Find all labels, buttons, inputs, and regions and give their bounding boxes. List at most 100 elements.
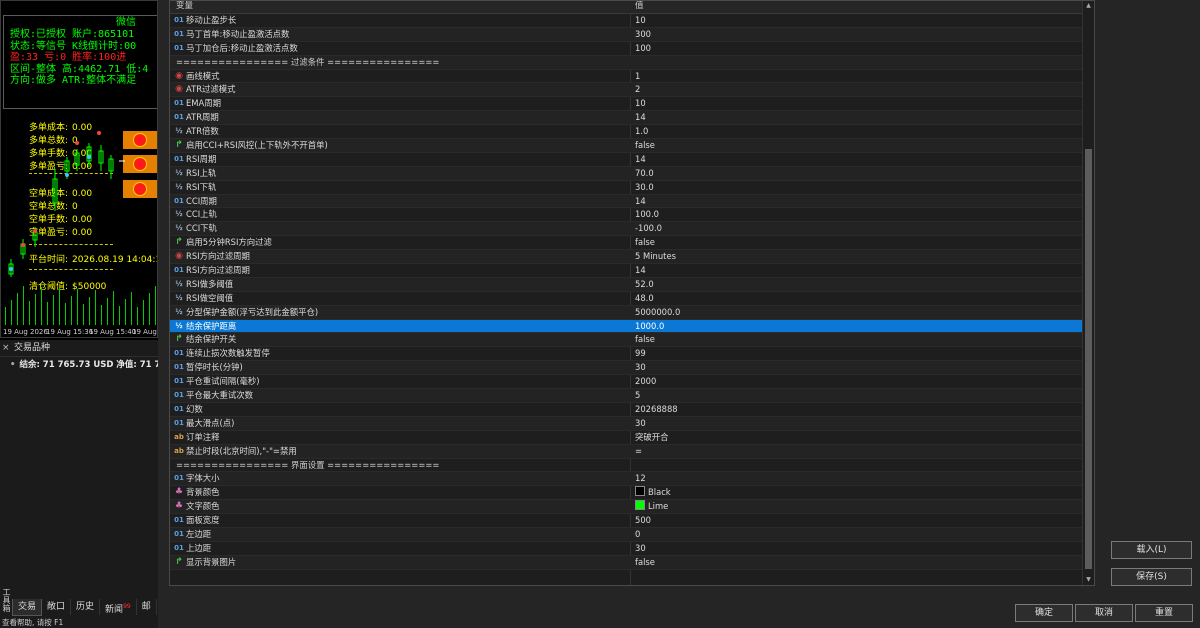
ok-button[interactable]: 确定 (1015, 604, 1073, 622)
input-value[interactable]: 1.0 (635, 125, 648, 139)
input-row[interactable]: ½ CCI上轨 100.0 (170, 208, 1094, 223)
terminal-tab[interactable]: 敞口 (42, 599, 72, 615)
close-icon[interactable]: × (2, 340, 10, 356)
input-row[interactable]: 01 马丁首单:移动止盈激活点数 300 (170, 27, 1094, 42)
section-separator-row[interactable]: ================ 过滤条件 ================ (170, 55, 1094, 70)
input-row[interactable]: ↱ 显示背景图片 false (170, 555, 1094, 570)
cancel-button[interactable]: 取消 (1075, 604, 1133, 622)
input-row[interactable]: 01 面板宽度 500 (170, 514, 1094, 528)
input-value[interactable]: 30 (635, 542, 646, 556)
chart-close-button[interactable] (123, 180, 157, 198)
input-row[interactable]: ½ CCI下轨 -100.0 (170, 222, 1094, 237)
input-value[interactable]: 500 (635, 514, 651, 528)
input-row[interactable]: ½ RSI上轨 70.0 (170, 166, 1094, 181)
input-row[interactable]: 01 EMA周期 10 (170, 97, 1094, 112)
input-row[interactable]: ab 订单注释 突破开合 (170, 431, 1094, 445)
input-row[interactable]: ♣ 背景颜色 Black (170, 486, 1094, 501)
input-row[interactable]: 01 平仓重试间隔(毫秒) 2000 (170, 375, 1094, 390)
input-value[interactable]: 1 (635, 70, 640, 84)
input-row[interactable]: ↱ 启用5分钟RSI方向过滤 false (170, 236, 1094, 251)
input-value[interactable]: 2 (635, 83, 640, 97)
input-row[interactable]: ◉ RSI方向过滤周期 5 Minutes (170, 250, 1094, 265)
terminal-tab[interactable]: 交易 (12, 599, 43, 616)
input-row[interactable]: ♣ 文字颜色 Lime (170, 500, 1094, 515)
input-row[interactable]: 01 暂停时长(分钟) 30 (170, 361, 1094, 376)
input-row[interactable]: 01 上边距 30 (170, 542, 1094, 556)
input-row[interactable]: 01 左边距 0 (170, 527, 1094, 542)
input-row[interactable]: ½ RSI做多阈值 52.0 (170, 277, 1094, 292)
input-value[interactable]: -100.0 (635, 222, 662, 236)
input-value[interactable]: 5000000.0 (635, 306, 680, 320)
header-variable[interactable]: 变量 (176, 1, 193, 12)
input-value[interactable]: 5 Minutes (635, 250, 676, 264)
input-row[interactable]: 01 马丁加仓后:移动止盈激活点数 100 (170, 42, 1094, 56)
input-value[interactable]: false (635, 236, 655, 250)
input-value[interactable]: 14 (635, 111, 646, 125)
input-value[interactable]: false (635, 139, 655, 153)
input-row[interactable]: 01 最大滑点(点) 30 (170, 416, 1094, 431)
input-value[interactable]: 1000.0 (635, 320, 664, 334)
terminal-tab[interactable]: 历史 (71, 599, 101, 615)
input-row[interactable]: 01 字体大小 12 (170, 472, 1094, 487)
chart-close-button[interactable] (123, 155, 157, 173)
input-value[interactable]: 300 (635, 28, 651, 42)
save-button[interactable]: 保存(S) (1111, 568, 1192, 586)
scroll-down-icon[interactable]: ▼ (1083, 575, 1094, 585)
input-value[interactable]: 30 (635, 417, 646, 431)
input-row[interactable]: 01 RSI方向过滤周期 14 (170, 264, 1094, 278)
input-value[interactable]: 48.0 (635, 292, 654, 306)
input-value[interactable]: 99 (635, 347, 646, 361)
header-value[interactable]: 值 (635, 1, 644, 12)
input-value[interactable]: 100.0 (635, 208, 659, 222)
input-row[interactable]: ½ RSI下轨 30.0 (170, 181, 1094, 195)
input-row[interactable]: 01 RSI周期 14 (170, 153, 1094, 167)
vertical-scrollbar[interactable]: ▲ ▼ (1082, 1, 1094, 585)
input-value[interactable]: 30 (635, 361, 646, 375)
input-row[interactable]: ↱ 启用CCI+RSI风控(上下轨外不开首单) false (170, 139, 1094, 153)
input-row[interactable]: ½ 结余保护距离 1000.0 (170, 319, 1094, 334)
load-button[interactable]: 载入(L) (1111, 541, 1192, 559)
input-value[interactable]: 14 (635, 264, 646, 278)
input-value[interactable]: 30.0 (635, 181, 654, 195)
input-row[interactable]: ◉ 画线模式 1 (170, 70, 1094, 84)
input-row[interactable]: 01 幻数 20268888 (170, 403, 1094, 417)
input-row[interactable]: 01 平仓最大重试次数 5 (170, 389, 1094, 403)
price-chart[interactable]: 微信 授权:已授权 账户:865101 状态:等信号 K线倒计时:00 盈:33 … (0, 0, 158, 338)
input-row[interactable]: ◉ ATR过滤模式 2 (170, 83, 1094, 98)
input-row[interactable]: ½ 分型保护金额(浮亏达到此金额平仓) 5000000.0 (170, 305, 1094, 320)
input-value[interactable]: 100 (635, 42, 651, 56)
toolbox-label[interactable]: 工具箱 (0, 588, 12, 614)
input-value[interactable]: 2000 (635, 375, 656, 389)
input-row[interactable]: ↱ 结余保护开关 false (170, 333, 1094, 348)
input-value[interactable]: 14 (635, 153, 646, 167)
balance-row[interactable]: 结余: 71 765.73 USD 净值: 71 765 (10, 358, 158, 370)
input-row[interactable]: 01 连续止损次数触发暂停 99 (170, 347, 1094, 362)
input-row[interactable]: ab 禁止时段(北京时间),"-"=禁用 = (170, 444, 1094, 459)
input-value[interactable]: = (635, 445, 642, 459)
input-value[interactable]: 10 (635, 14, 646, 28)
input-value[interactable]: 14 (635, 195, 646, 209)
input-row[interactable]: 01 移动止盈步长 10 (170, 14, 1094, 28)
terminal-tab[interactable]: 邮 (137, 599, 157, 615)
input-value[interactable]: Black (635, 486, 671, 500)
input-row[interactable]: 01 ATR周期 14 (170, 111, 1094, 126)
input-value[interactable]: false (635, 556, 655, 570)
input-row[interactable]: ½ RSI做空阈值 48.0 (170, 292, 1094, 306)
input-value[interactable]: false (635, 333, 655, 347)
input-value[interactable]: 0 (635, 528, 640, 542)
input-value[interactable]: 突破开合 (635, 431, 669, 445)
section-separator-row[interactable]: ================ 界面设置 ================ (170, 459, 1094, 473)
input-value[interactable]: 10 (635, 97, 646, 111)
input-value[interactable]: 12 (635, 472, 646, 486)
input-value[interactable]: 52.0 (635, 278, 654, 292)
scroll-up-icon[interactable]: ▲ (1083, 1, 1094, 11)
input-value[interactable]: 20268888 (635, 403, 678, 417)
input-value[interactable]: 5 (635, 389, 640, 403)
input-value[interactable]: Lime (635, 500, 668, 514)
input-row[interactable]: ½ ATR倍数 1.0 (170, 125, 1094, 140)
reset-button[interactable]: 重置 (1135, 604, 1193, 622)
chart-close-button[interactable] (123, 131, 157, 149)
input-value[interactable]: 70.0 (635, 167, 654, 181)
terminal-tab[interactable]: 新闻99 (100, 599, 137, 615)
input-row[interactable]: 01 CCI周期 14 (170, 194, 1094, 209)
